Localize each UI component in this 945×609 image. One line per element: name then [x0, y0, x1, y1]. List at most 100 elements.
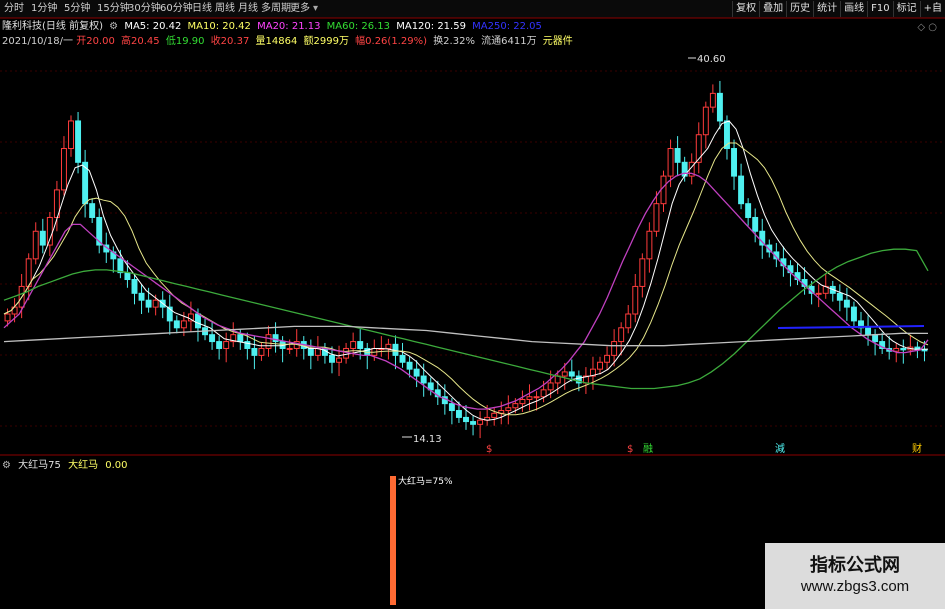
candle-up [625, 313, 632, 329]
candle-up [646, 230, 653, 260]
candle-up [491, 412, 498, 418]
indicator-value: 0.00 [105, 460, 128, 471]
indicator-line-name: 大红马 [68, 460, 99, 471]
candle-up [702, 106, 709, 136]
candle-up [68, 120, 74, 150]
candle-down [237, 334, 244, 343]
candle-down [399, 354, 406, 363]
candle-down [209, 334, 216, 343]
chart-canvas[interactable]: 40.60 14.13 $ $ 融 減 财大红马=75% [0, 0, 945, 609]
candle-down [850, 306, 857, 322]
candle-down [75, 120, 82, 163]
event-mark-0: $ [486, 444, 492, 455]
candle-up [286, 347, 293, 350]
candle-down [173, 320, 180, 329]
candle-up [547, 382, 554, 391]
low-price-label: 14.13 [413, 434, 442, 445]
candle-up [265, 334, 272, 349]
high-price-label: 40.60 [697, 54, 726, 65]
candle-up [180, 320, 187, 329]
candle-down [117, 258, 124, 274]
candle-down [568, 371, 575, 377]
candlestick-series [4, 80, 928, 439]
candle-down [463, 416, 469, 423]
event-mark-4: 财 [912, 442, 922, 455]
candle-down [674, 148, 681, 163]
candle-up [350, 341, 357, 349]
candle-up [152, 299, 159, 308]
candle-up [46, 216, 53, 246]
candle-up [223, 341, 230, 349]
candle-up [32, 230, 39, 260]
candle-up [815, 292, 822, 295]
ma120-line [3, 325, 929, 347]
candle-down [470, 421, 477, 425]
candle-down [455, 410, 462, 418]
candle-up [611, 341, 618, 356]
candle-down [843, 299, 850, 308]
moving-average-lines [3, 120, 929, 421]
indicator-name: 大红马75 [18, 460, 61, 471]
candle-down [738, 175, 745, 205]
candle-up [561, 371, 568, 377]
candle-down [406, 361, 413, 370]
candle-up [653, 203, 660, 232]
indicator-bar [390, 476, 396, 605]
candle-down [921, 349, 928, 352]
candle-up [540, 389, 547, 398]
candle-up [477, 419, 484, 425]
candle-down [836, 292, 843, 301]
candle-down [124, 272, 131, 281]
ma250-segment [777, 325, 925, 329]
chart-annotations: 40.60 14.13 $ $ 融 減 财大红马=75% [398, 54, 922, 487]
candle-down [448, 403, 455, 412]
candle-down [745, 203, 752, 218]
chart-grid [0, 17, 945, 456]
candle-down [865, 327, 872, 336]
candle-up [519, 398, 526, 405]
candle-up [660, 175, 667, 205]
candle-up [385, 343, 392, 349]
indicator-bar-label: 大红马=75% [398, 475, 453, 487]
candle-down [145, 299, 152, 308]
candle-up [512, 403, 519, 409]
candle-up [667, 148, 674, 177]
candle-up [533, 396, 540, 399]
candle-down [752, 216, 759, 232]
candle-up [639, 258, 646, 287]
candle-up [526, 396, 533, 400]
candle-down [307, 347, 314, 356]
candle-up [632, 285, 639, 315]
candle-up [505, 407, 512, 412]
event-mark-3: 減 [775, 442, 785, 455]
candle-up [4, 313, 11, 322]
event-mark-2: 融 [643, 443, 653, 455]
ma20-line [3, 172, 929, 410]
watermark-badge: 指标公式网 www.zbgs3.com [765, 543, 945, 609]
candle-down [39, 230, 46, 246]
candle-up [604, 354, 611, 363]
candle-down [716, 92, 723, 122]
ma10-line [3, 142, 929, 416]
watermark-url: www.zbgs3.com [800, 578, 910, 595]
candle-down [251, 347, 258, 356]
candle-down [357, 341, 364, 349]
candle-down [329, 354, 335, 363]
candle-up [618, 327, 625, 343]
candle-down [420, 375, 427, 384]
candle-up [893, 347, 900, 352]
candle-down [900, 347, 907, 351]
indicator-title: ⚙ 大红马75 大红马 0.00 [2, 459, 132, 473]
candle-down [872, 334, 879, 343]
candle-down [138, 292, 145, 301]
indicator-gear-icon[interactable]: ⚙ [2, 460, 11, 471]
candle-down [195, 313, 201, 329]
candle-down [216, 341, 223, 349]
candle-down [413, 368, 420, 377]
candle-down [131, 279, 138, 294]
candle-up [258, 347, 265, 356]
stock-chart-app: 分时 1分钟 5分钟 15分钟 30分钟 60分钟 日线 周线 月线 多周期 更… [0, 0, 945, 609]
indicator-panel [390, 476, 396, 605]
event-mark-1: $ [627, 444, 633, 455]
candle-down [89, 203, 96, 218]
